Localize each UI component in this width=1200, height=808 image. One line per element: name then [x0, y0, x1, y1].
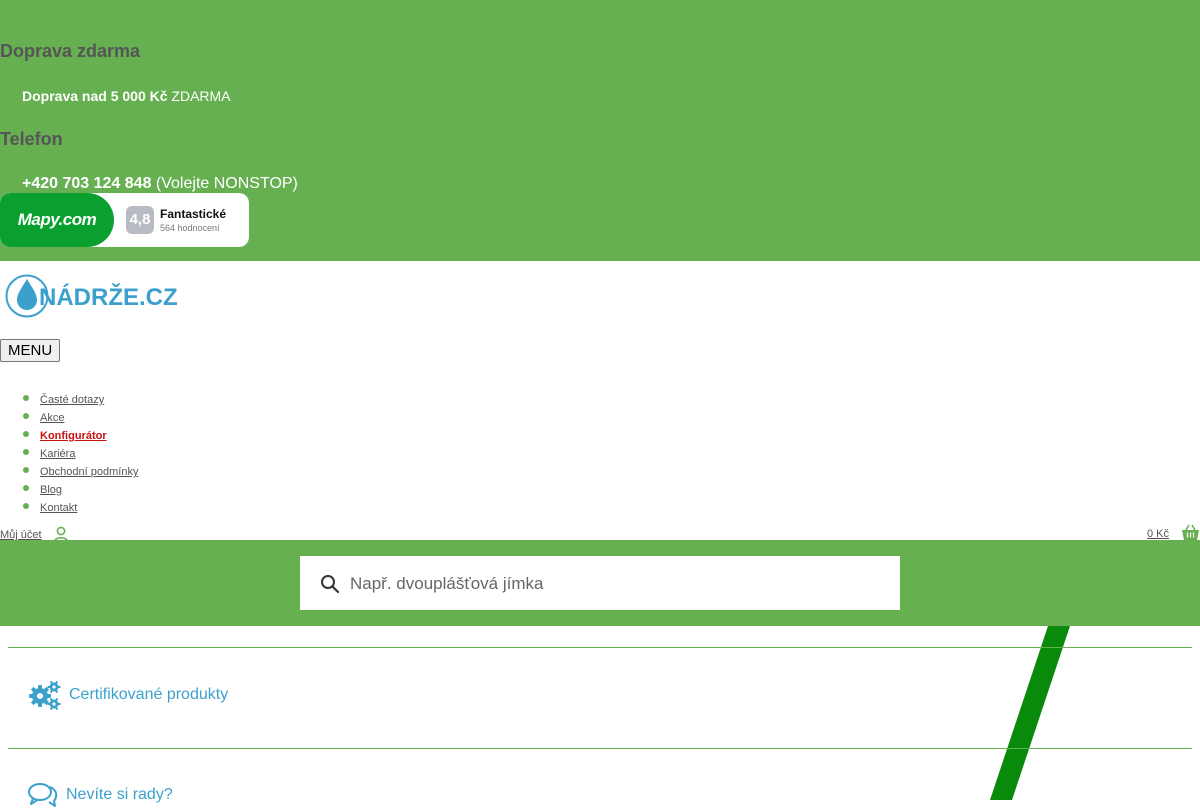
divider — [8, 748, 1192, 749]
rating-count: 564 hodnocení — [160, 223, 220, 233]
rating-label: Fantastické — [160, 207, 227, 221]
site-logo[interactable]: NÁDRŽE.CZ — [4, 272, 180, 320]
logo-text: NÁDRŽE.CZ — [39, 283, 178, 311]
search-icon[interactable] — [320, 574, 340, 594]
nav-link-terms[interactable]: Obchodní podmínky — [40, 466, 138, 478]
rating-score: 4,8 — [126, 206, 154, 234]
decorative-green-stripe — [990, 626, 1070, 800]
shipping-info: Doprava nad 5 000 Kč ZDARMA — [22, 88, 231, 104]
divider — [8, 647, 1192, 648]
mapy-rating-widget[interactable]: Mapy.com 4,8 Fantastické 564 hodnocení — [0, 193, 249, 247]
menu-button[interactable]: MENU — [0, 339, 61, 362]
cart-total[interactable]: 0 Kč — [1147, 528, 1169, 540]
search-bar — [0, 540, 1200, 626]
nav-link-career[interactable]: Kariéra — [40, 448, 75, 460]
nav-link-contact[interactable]: Kontakt — [40, 502, 77, 514]
search-input[interactable] — [348, 556, 892, 612]
chat-bubbles-icon — [28, 783, 58, 807]
mapy-logo: Mapy.com — [0, 193, 114, 247]
basket-icon[interactable] — [1181, 524, 1200, 541]
main-nav: Časté dotazy Akce Konfigurátor Kariéra O… — [22, 390, 138, 516]
nav-link-faq[interactable]: Časté dotazy — [40, 394, 104, 406]
feature-label: Certifikované produkty — [69, 686, 229, 703]
nav-item-terms: Obchodní podmínky — [22, 462, 138, 480]
nav-item-sale: Akce — [22, 408, 138, 426]
phone-info: +420 703 124 848 (Volejte NONSTOP) — [22, 175, 298, 193]
nav-item-contact: Kontakt — [22, 498, 138, 516]
nav-link-blog[interactable]: Blog — [40, 484, 62, 496]
gears-icon — [29, 680, 61, 710]
shipping-heading: Doprava zdarma — [0, 41, 141, 61]
top-info-bar: Doprava zdarma Doprava nad 5 000 Kč ZDAR… — [0, 0, 1200, 261]
feature-label: Nevíte si rady? — [66, 786, 173, 803]
nav-link-configurator[interactable]: Konfigurátor — [40, 430, 107, 442]
nav-item-career: Kariéra — [22, 444, 138, 462]
shipping-threshold: Doprava nad 5 000 Kč — [22, 88, 168, 104]
feature-certified-products[interactable]: Certifikované produkty — [28, 680, 228, 710]
nav-item-configurator: Konfigurátor — [22, 426, 138, 444]
feature-need-advice[interactable]: Nevíte si rady? — [28, 782, 173, 808]
phone-heading: Telefon — [0, 129, 63, 149]
nav-item-faq: Časté dotazy — [22, 390, 138, 408]
shipping-free-label: ZDARMA — [167, 88, 231, 104]
nav-item-blog: Blog — [22, 480, 138, 498]
search-box — [300, 556, 900, 612]
phone-note: (Volejte NONSTOP) — [151, 175, 298, 192]
nav-link-sale[interactable]: Akce — [40, 412, 64, 424]
phone-number[interactable]: +420 703 124 848 — [22, 175, 151, 192]
